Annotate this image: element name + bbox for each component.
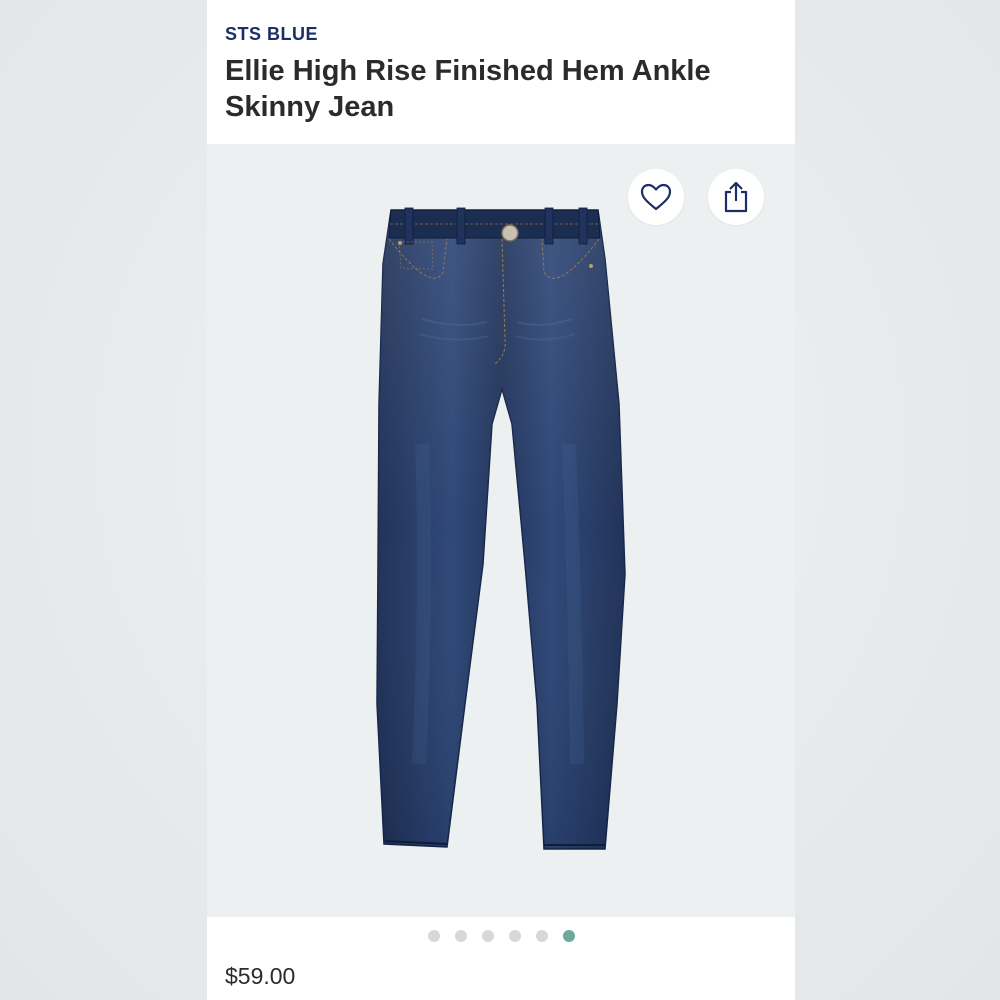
share-icon bbox=[724, 181, 748, 213]
favorite-button[interactable] bbox=[628, 169, 684, 225]
heart-icon bbox=[640, 183, 672, 211]
product-card: STS BLUE Ellie High Rise Finished Hem An… bbox=[207, 0, 795, 1000]
share-button[interactable] bbox=[708, 169, 764, 225]
brand-name[interactable]: STS BLUE bbox=[225, 24, 318, 45]
product-title: Ellie High Rise Finished Hem Ankle Skinn… bbox=[225, 55, 711, 123]
carousel-dot[interactable] bbox=[508, 930, 521, 942]
carousel-dot[interactable] bbox=[535, 930, 548, 942]
carousel-pagination bbox=[207, 930, 795, 942]
product-price: $59.00 bbox=[225, 963, 296, 989]
carousel-dot[interactable] bbox=[481, 930, 494, 942]
product-image bbox=[376, 207, 626, 850]
carousel-dot[interactable] bbox=[454, 930, 467, 942]
carousel-dot[interactable] bbox=[427, 930, 440, 942]
product-image-carousel[interactable] bbox=[207, 144, 795, 917]
carousel-dot-active[interactable] bbox=[562, 930, 575, 942]
